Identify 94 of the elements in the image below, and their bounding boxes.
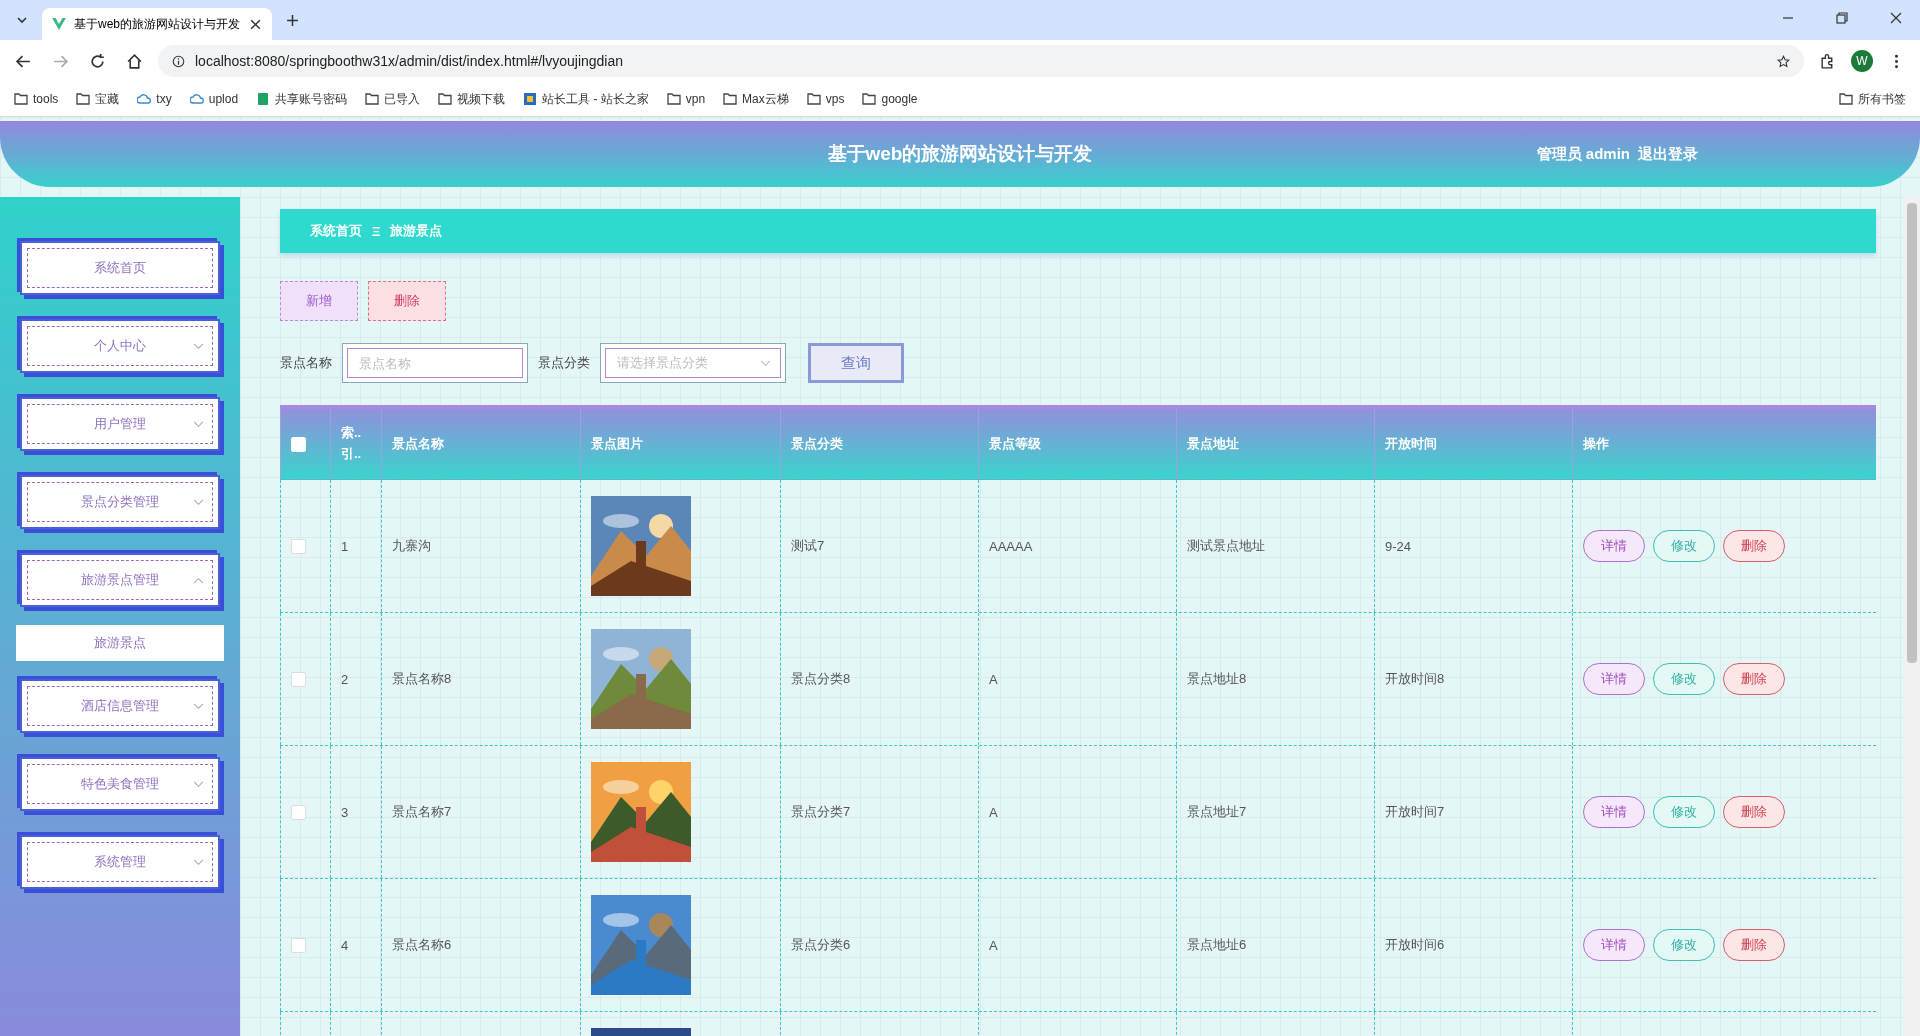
table-cell: 开放时间8 <box>1385 670 1445 688</box>
column-header: 景点等级 <box>978 409 1176 479</box>
details-button[interactable]: 详情 <box>1583 530 1645 562</box>
table-cell: A <box>989 804 998 820</box>
close-icon[interactable] <box>249 17 262 31</box>
folder-icon <box>438 93 453 105</box>
info-icon <box>172 54 185 68</box>
delete-button[interactable]: 删除 <box>1723 796 1785 828</box>
add-button[interactable]: 新增 <box>280 281 358 321</box>
folder-icon <box>76 93 91 105</box>
details-button[interactable]: 详情 <box>1583 663 1645 695</box>
table-cell: 景点地址7 <box>1187 803 1247 821</box>
bookmark[interactable]: txy <box>137 92 172 106</box>
table-cell: 3 <box>341 804 349 820</box>
column-header: 开放时间 <box>1374 409 1572 479</box>
table-cell: AAAAA <box>989 538 1033 554</box>
folder-icon <box>1839 93 1853 105</box>
table-cell: 4 <box>341 937 349 953</box>
checkbox[interactable] <box>291 937 306 953</box>
table-cell: 景点地址6 <box>1187 936 1247 954</box>
table-cell: 测试景点地址 <box>1187 537 1265 555</box>
logout-link[interactable]: 退出登录 <box>1638 144 1698 164</box>
folder-icon <box>862 93 877 105</box>
folder-icon <box>365 93 380 105</box>
folder-icon <box>666 93 681 105</box>
table-cell: A <box>989 937 998 953</box>
site-title: 基于web的旅游网站设计与开发 <box>827 142 1093 166</box>
delete-button[interactable]: 删除 <box>1723 663 1785 695</box>
scrollbar[interactable] <box>1904 197 1920 1036</box>
table-cell: 景点名称8 <box>392 670 452 688</box>
browser-tab[interactable]: 基于web的旅游网站设计与开发 <box>42 8 272 40</box>
delete-button[interactable]: 删除 <box>1723 929 1785 961</box>
bookmark[interactable]: Max云梯 <box>723 90 789 108</box>
submenu-item[interactable]: 旅游景点 <box>16 625 224 661</box>
edit-button[interactable]: 修改 <box>1653 929 1715 961</box>
column-header: 景点地址 <box>1176 409 1374 479</box>
site-icon <box>523 93 538 105</box>
table-cell: 9-24 <box>1385 538 1412 554</box>
bookmark[interactable]: uplod <box>189 92 239 106</box>
delete-button[interactable]: 删除 <box>1723 530 1785 562</box>
table-cell: 景点地址8 <box>1187 670 1247 688</box>
field-label: 景点名称 <box>280 354 332 372</box>
table-cell: 测试7 <box>791 537 825 555</box>
address-bar[interactable]: localhost:8080/springboothw31x/admin/dist/index.html#/lvyoujingdian <box>158 45 1804 77</box>
table-cell: 景点分类8 <box>791 670 851 688</box>
table-cell: 景点分类6 <box>791 936 851 954</box>
folder-icon <box>723 93 738 105</box>
table-cell: 1 <box>341 538 349 554</box>
edit-button[interactable]: 修改 <box>1653 663 1715 695</box>
bookmark[interactable]: 已导入 <box>365 90 421 108</box>
table-cell: 2 <box>341 671 349 687</box>
table-cell: 景点名称7 <box>392 803 452 821</box>
checkbox[interactable] <box>291 804 306 820</box>
bookmark[interactable]: vpn <box>666 92 706 106</box>
bookmark[interactable]: 宝藏 <box>76 90 120 108</box>
v-logo-icon <box>52 18 66 30</box>
edit-button[interactable]: 修改 <box>1653 796 1715 828</box>
folder-icon <box>806 93 821 105</box>
bookmark[interactable]: 站长工具 - 站长之家 <box>523 90 649 108</box>
sheet-icon <box>256 93 271 105</box>
details-button[interactable]: 详情 <box>1583 929 1645 961</box>
bookmark[interactable]: 所有书签 <box>1839 90 1906 108</box>
checkbox[interactable] <box>291 671 306 687</box>
bookmark[interactable]: tools <box>14 92 59 106</box>
folder-icon <box>14 93 28 105</box>
bookmark[interactable]: 共享账号密码 <box>256 90 348 108</box>
chevron-down-icon <box>760 359 771 367</box>
user-label: 管理员 admin <box>1536 144 1630 164</box>
column-header: 索..引.. <box>330 409 381 479</box>
column-header: 景点分类 <box>780 409 978 479</box>
table-cell: 景点名称6 <box>392 936 452 954</box>
field-label: 景点分类 <box>538 354 590 372</box>
table-cell: 九寨沟 <box>392 537 431 555</box>
bookmark[interactable]: 视频下载 <box>438 90 506 108</box>
checkbox[interactable] <box>291 538 306 554</box>
details-button[interactable]: 详情 <box>1583 796 1645 828</box>
edit-button[interactable]: 修改 <box>1653 530 1715 562</box>
table-cell: A <box>989 671 998 687</box>
bookmark[interactable]: google <box>862 92 918 106</box>
star-icon[interactable] <box>1777 54 1790 68</box>
separator-icon: Ξ <box>372 223 381 239</box>
table-cell: 开放时间7 <box>1385 803 1445 821</box>
table-cell: 景点分类7 <box>791 803 851 821</box>
profile-avatar[interactable]: W <box>1851 50 1873 72</box>
column-header: 操作 <box>1572 409 1872 479</box>
bookmark[interactable]: vps <box>806 92 845 106</box>
search-button[interactable]: 查询 <box>808 343 904 383</box>
column-header: 景点图片 <box>580 409 780 479</box>
delete-button[interactable]: 删除 <box>368 281 446 321</box>
cloud-icon <box>137 93 152 105</box>
cloud-icon <box>189 93 204 105</box>
name-field[interactable]: 景点名称 <box>342 343 528 383</box>
column-header: 景点名称 <box>381 409 580 479</box>
table-cell: 开放时间6 <box>1385 936 1445 954</box>
